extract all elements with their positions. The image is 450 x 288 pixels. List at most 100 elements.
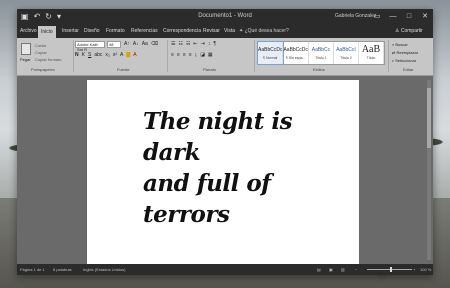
close-button[interactable]: ✕ (417, 9, 433, 25)
group-label-clipboard: Portapapeles (31, 67, 55, 72)
page-count[interactable]: Página 1 de 1 (20, 267, 45, 272)
paste-icon[interactable] (21, 43, 31, 55)
style-name: Título (366, 56, 376, 60)
zoom-out-icon[interactable]: − (355, 267, 357, 272)
text-effects-icon[interactable]: A (120, 52, 123, 58)
share-button[interactable]: ♙ Compartir (395, 28, 423, 34)
highlight-icon[interactable]: ▇ (126, 52, 130, 58)
borders-icon[interactable]: ▦ (208, 52, 213, 58)
group-separator (73, 40, 74, 72)
paragraph-align-tools: ≡ ≡ ≡ ≡ ↨ ◪ ▦ (171, 52, 213, 58)
style-name: ¶ Sin espa... (285, 56, 306, 60)
document-line: and full of (143, 170, 271, 197)
align-center-icon[interactable]: ≡ (177, 52, 180, 58)
tell-me-search[interactable]: ✦ ¿Qué desea hacer? (239, 28, 289, 34)
style-heading-2[interactable]: AaBbCcI Título 2 (334, 42, 359, 64)
paste-button-label[interactable]: Pegar (20, 57, 31, 62)
font-name-box[interactable]: Adobe Kaiti Std R (75, 41, 105, 52)
group-separator (388, 40, 389, 72)
tab-inicio[interactable]: Inicio (38, 26, 56, 38)
document-text[interactable]: The night is dark and full of terrors (143, 106, 343, 230)
strikethrough-icon[interactable]: abc (94, 52, 102, 58)
document-line: The night is dark (143, 108, 293, 166)
format-painter-button[interactable]: Copiar formato (35, 57, 61, 62)
tab-vista[interactable]: Vista (224, 27, 235, 35)
ribbon: Pegar Cortar Copiar Copiar formato Porta… (17, 38, 433, 76)
zoom-level[interactable]: 100 % (420, 267, 431, 272)
group-label-paragraph: Párrafo (203, 67, 217, 72)
styles-gallery: AaBbCcDc ¶ Normal AaBbCcDc ¶ Sin espa...… (256, 41, 385, 65)
style-normal[interactable]: AaBbCcDc ¶ Normal (256, 41, 285, 65)
italic-icon[interactable]: K (82, 52, 85, 58)
font-size-box[interactable]: 48 (107, 41, 121, 48)
document-page[interactable]: The night is dark and full of terrors (87, 80, 359, 264)
font-format-tools: N K S abc x₂ x² A ▇ A (75, 52, 137, 58)
status-bar: Página 1 de 1 8 palabras Inglés (Estados… (17, 264, 433, 275)
word-count[interactable]: 8 palabras (53, 267, 72, 272)
change-case-icon[interactable]: Aa (142, 41, 148, 47)
style-preview: AaBbCcI (336, 47, 356, 53)
superscript-icon[interactable]: x² (113, 52, 117, 58)
sort-icon[interactable]: ↕ (208, 41, 211, 47)
scrollbar-thumb[interactable] (427, 88, 431, 148)
style-name: ¶ Normal (263, 56, 278, 60)
print-layout-icon[interactable]: ▣ (329, 267, 333, 272)
clear-format-icon[interactable]: ⌫ (151, 41, 158, 47)
ribbon-tabs: Archivo Inicio Insertar Diseño Formato R… (17, 25, 433, 38)
language-indicator[interactable]: Inglés (Estados Unidos) (83, 267, 125, 272)
align-left-icon[interactable]: ≡ (171, 52, 174, 58)
underline-icon[interactable]: S (88, 52, 91, 58)
read-mode-icon[interactable]: ▤ (317, 267, 321, 272)
multilevel-list-icon[interactable]: ☵ (186, 41, 190, 47)
ribbon-display-icon[interactable]: ▭ (369, 9, 385, 25)
tell-me-label: ¿Qué desea hacer? (244, 28, 289, 34)
tab-revisar[interactable]: Revisar (203, 27, 220, 35)
bullets-icon[interactable]: ☰ (171, 41, 175, 47)
style-name: Título 1 (315, 56, 327, 60)
replace-button[interactable]: ⇄ Reemplazar (392, 50, 418, 55)
document-line: terrors (143, 201, 230, 228)
shading-icon[interactable]: ◪ (200, 52, 205, 58)
justify-icon[interactable]: ≡ (189, 52, 192, 58)
find-button[interactable]: ⌕ Buscar (392, 42, 408, 47)
group-label-editing: Editar (403, 67, 414, 72)
tab-referencias[interactable]: Referencias (131, 27, 158, 35)
tab-correspondencia[interactable]: Correspondencia (163, 27, 201, 35)
style-heading-1[interactable]: AaBbCc Título 1 (309, 42, 334, 64)
grow-font-icon[interactable]: A↑ (124, 41, 130, 47)
share-label: Compartir (400, 28, 423, 34)
tab-formato[interactable]: Formato (106, 27, 125, 35)
group-separator (167, 40, 168, 72)
bold-icon[interactable]: N (75, 52, 79, 58)
tab-insertar[interactable]: Insertar (62, 27, 79, 35)
style-no-spacing[interactable]: AaBbCcDc ¶ Sin espa... (283, 42, 309, 64)
font-size-tools: A↑ A↓ Aa ⌫ (124, 41, 158, 47)
pilcrow-icon[interactable]: ¶ (213, 41, 216, 47)
maximize-button[interactable]: □ (401, 9, 417, 25)
style-preview: AaBbCcDc (283, 47, 308, 53)
align-right-icon[interactable]: ≡ (183, 52, 186, 58)
subscript-icon[interactable]: x₂ (105, 52, 109, 58)
increase-indent-icon[interactable]: ⇥ (201, 41, 205, 47)
vertical-scrollbar[interactable] (427, 80, 431, 260)
find-label: Buscar (395, 42, 408, 47)
numbering-icon[interactable]: ☷ (178, 41, 182, 47)
style-preview: AaB (361, 44, 381, 55)
group-separator (254, 40, 255, 72)
title-bar: ▣ ↶ ↻ ▾ Documento1 - Word Gabriela Gonza… (17, 9, 433, 25)
shrink-font-icon[interactable]: A↓ (133, 41, 139, 47)
cut-button[interactable]: Cortar (35, 43, 46, 48)
tab-diseno[interactable]: Diseño (84, 27, 100, 35)
zoom-in-icon[interactable]: + (413, 267, 415, 272)
font-color-icon[interactable]: A (133, 52, 136, 58)
copy-button[interactable]: Copiar (35, 50, 47, 55)
style-title[interactable]: AaB Título (359, 42, 384, 64)
line-spacing-icon[interactable]: ↨ (195, 52, 198, 58)
zoom-slider-thumb[interactable] (390, 267, 392, 272)
style-preview: AaBbCc (311, 47, 331, 53)
web-layout-icon[interactable]: ▥ (341, 267, 345, 272)
select-button[interactable]: ▹ Seleccionar (392, 58, 416, 63)
minimize-button[interactable]: — (385, 9, 401, 25)
tab-archivo[interactable]: Archivo (20, 27, 37, 35)
decrease-indent-icon[interactable]: ⇤ (193, 41, 197, 47)
